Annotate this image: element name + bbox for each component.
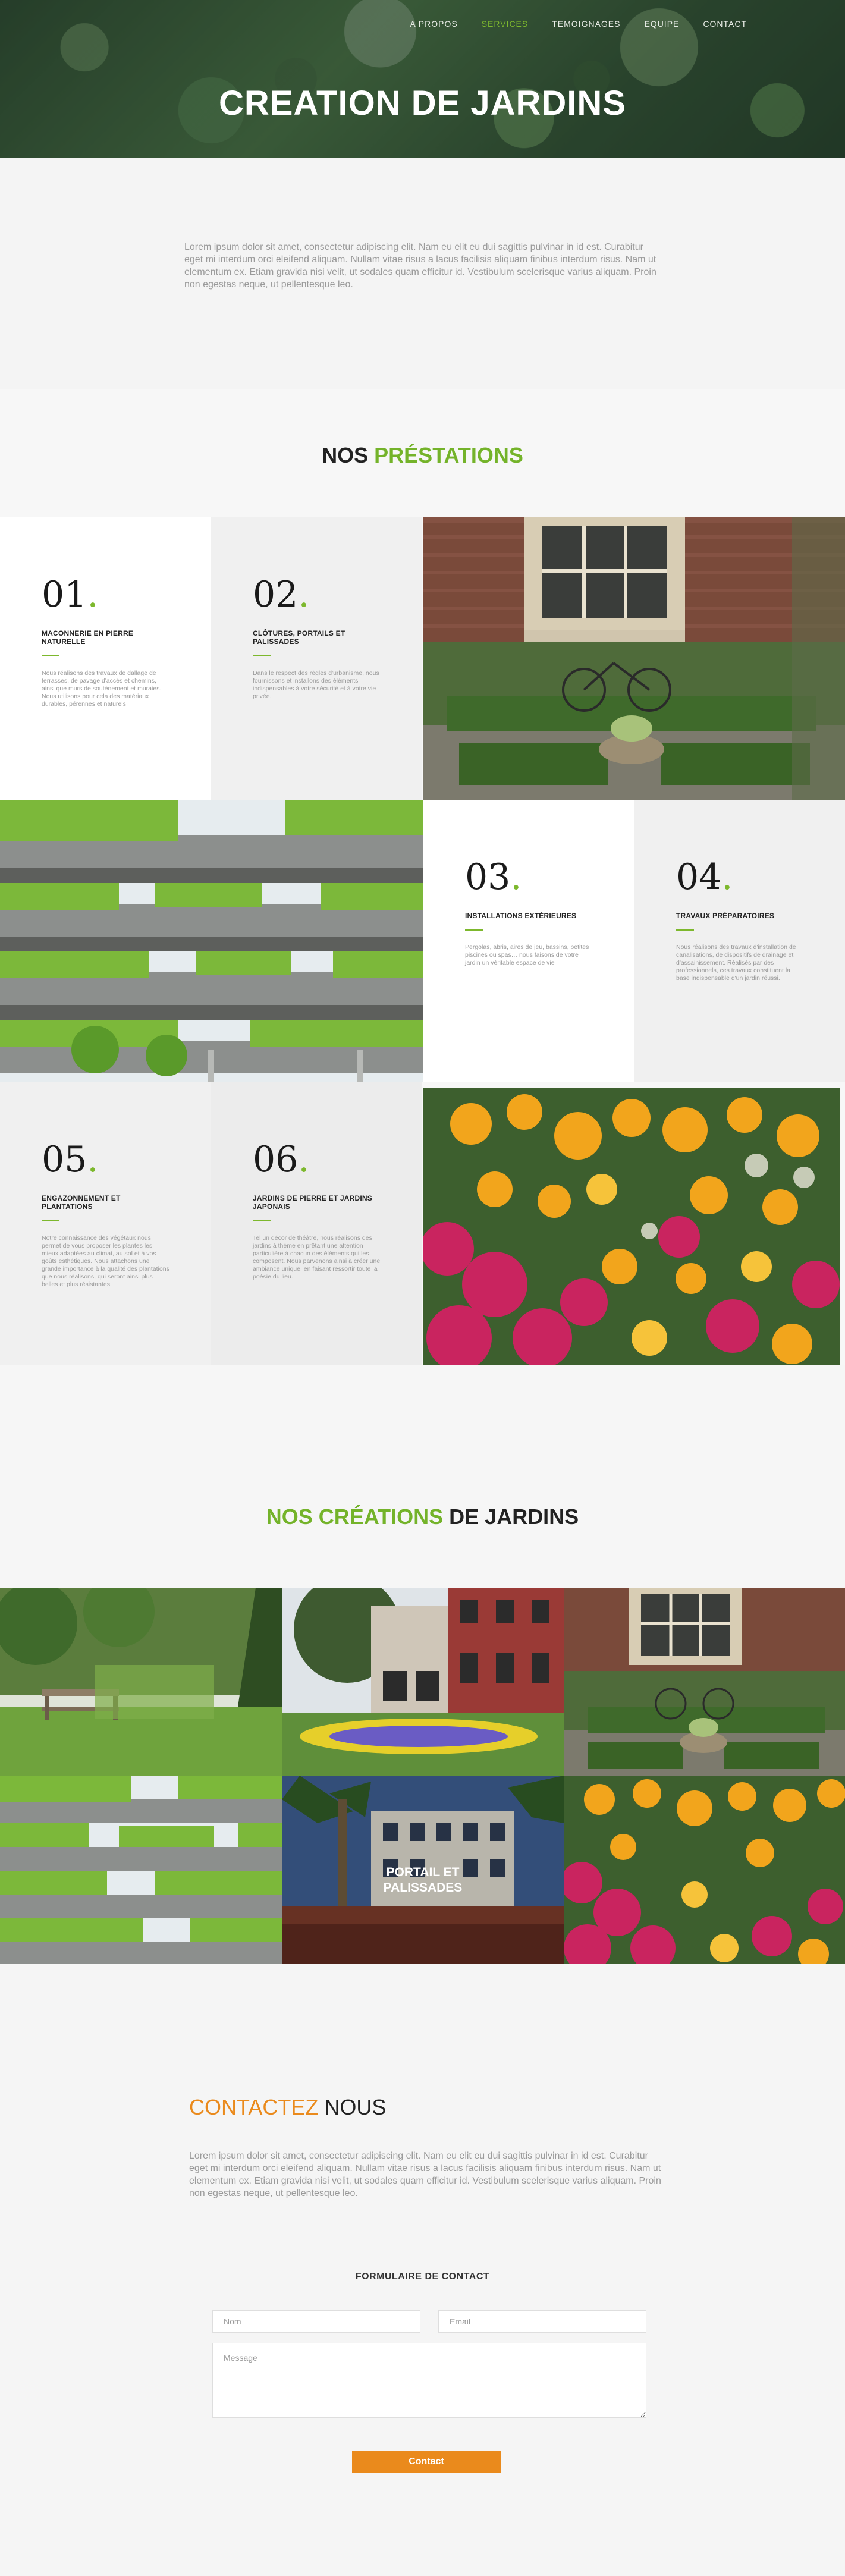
service-title: JARDINS DE PIERRE ET JARDINS JAPONAIS: [253, 1194, 372, 1211]
service-title: CLÔTURES, PORTAILS ET PALISSADES: [253, 629, 345, 646]
service-text: Nous réalisons des travaux d'installatio…: [676, 944, 796, 982]
service-title: MACONNERIE EN PIERRE NATURELLE: [42, 629, 134, 646]
contact-text: Lorem ipsum dolor sit amet, consectetur …: [189, 2151, 661, 2198]
service-number: 04.: [676, 856, 733, 898]
contact-title: CONTACTEZ NOUS: [189, 2095, 386, 2120]
nav-item-contact[interactable]: CONTACT: [703, 19, 747, 29]
gallery-tile-flowers[interactable]: [564, 1776, 845, 1964]
intro-text: Lorem ipsum dolor sit amet, consectetur …: [184, 242, 656, 290]
contact-title-part2: NOUS: [318, 2095, 387, 2119]
intro-section: Lorem ipsum dolor sit amet, consectetur …: [0, 158, 845, 389]
services-title-part2: PRÉSTATIONS: [374, 443, 523, 467]
service-card-03: 03. INSTALLATIONS EXTÉRIEURES Pergolas, …: [423, 800, 634, 1082]
nav-item-temoignages[interactable]: TEMOIGNAGES: [552, 19, 620, 29]
creations-title-part1: NOS CRÉATIONS: [266, 1504, 444, 1529]
gallery-tile-label: PORTAIL ET PALISSADES: [383, 1865, 463, 1895]
service-divider: [465, 929, 483, 931]
service-card-06: 06. JARDINS DE PIERRE ET JARDINS JAPONAI…: [211, 1082, 422, 1365]
services-section: NOS PRÉSTATIONS 01. MACONNERIE EN PIERRE…: [0, 389, 845, 1365]
service-number: 06.: [253, 1139, 310, 1180]
service-divider: [42, 655, 59, 656]
service-text: Pergolas, abris, aires de jeu, bassins, …: [465, 944, 589, 966]
service-divider: [42, 1220, 59, 1221]
photo-green-building: [0, 800, 423, 1082]
nav-item-services[interactable]: SERVICES: [482, 19, 529, 29]
hero-title: CREATION DE JARDINS: [219, 84, 626, 122]
message-field[interactable]: [212, 2343, 646, 2418]
service-number: 02.: [253, 574, 310, 615]
service-text: Dans le respect des règles d'urbanisme, …: [253, 670, 379, 700]
service-number: 05.: [42, 1139, 99, 1180]
service-text: Nous réalisons des travaux de dallage de…: [42, 670, 162, 708]
gallery-tile-house-garden[interactable]: [564, 1588, 845, 1776]
name-field[interactable]: [212, 2310, 420, 2333]
service-card-01: 01. MACONNERIE EN PIERRE NATURELLE Nous …: [0, 517, 211, 800]
service-title: TRAVAUX PRÉPARATOIRES: [676, 912, 775, 920]
gallery-tile-bench[interactable]: [0, 1588, 282, 1776]
service-text: Notre connaissance des végétaux nous per…: [42, 1234, 169, 1288]
service-title: INSTALLATIONS EXTÉRIEURES: [465, 912, 577, 920]
service-text: Tel un décor de théâtre, nous réalisons …: [253, 1234, 381, 1280]
creations-title-part2: DE JARDINS: [443, 1504, 579, 1529]
contact-title-part1: CONTACTEZ: [189, 2095, 319, 2119]
service-card-05: 05. ENGAZONNEMENT ET PLANTATIONS Notre c…: [0, 1082, 211, 1365]
nav-item-a-propos[interactable]: A PROPOS: [410, 19, 457, 29]
service-number: 03.: [465, 856, 522, 898]
contact-submit-button[interactable]: Contact: [352, 2451, 501, 2473]
service-divider: [253, 1220, 271, 1221]
creations-title: NOS CRÉATIONS DE JARDINS: [0, 1504, 845, 1529]
creations-section: NOS CRÉATIONS DE JARDINS PORTAIL ET PALI…: [0, 1365, 845, 1965]
services-title-part1: NOS: [322, 443, 375, 467]
service-card-04: 04. TRAVAUX PRÉPARATOIRES Nous réalisons…: [634, 800, 845, 1082]
nav-item-equipe[interactable]: EQUIPE: [644, 19, 679, 29]
service-title: ENGAZONNEMENT ET PLANTATIONS: [42, 1194, 121, 1211]
page: A PROPOS SERVICES TEMOIGNAGES EQUIPE CON…: [0, 0, 845, 2576]
gallery-tile-green-building[interactable]: [0, 1776, 282, 1964]
main-nav: A PROPOS SERVICES TEMOIGNAGES EQUIPE CON…: [410, 19, 747, 29]
hero-banner: A PROPOS SERVICES TEMOIGNAGES EQUIPE CON…: [0, 0, 845, 158]
service-number: 01.: [42, 574, 99, 615]
services-title: NOS PRÉSTATIONS: [0, 443, 845, 468]
gallery-tile-house-flowers[interactable]: [282, 1588, 564, 1776]
service-card-02: 02. CLÔTURES, PORTAILS ET PALISSADES Dan…: [211, 517, 422, 800]
contact-section: CONTACTEZ NOUS Lorem ipsum dolor sit ame…: [0, 1965, 845, 2576]
photo-house-garden: [423, 517, 845, 800]
gallery-tile-portail-palissades[interactable]: PORTAIL ET PALISSADES: [282, 1776, 564, 1964]
email-field[interactable]: [438, 2310, 646, 2333]
photo-flowers: [423, 1088, 840, 1365]
form-title: FORMULAIRE DE CONTACT: [355, 2272, 490, 2282]
service-divider: [253, 655, 271, 656]
service-divider: [676, 929, 694, 931]
